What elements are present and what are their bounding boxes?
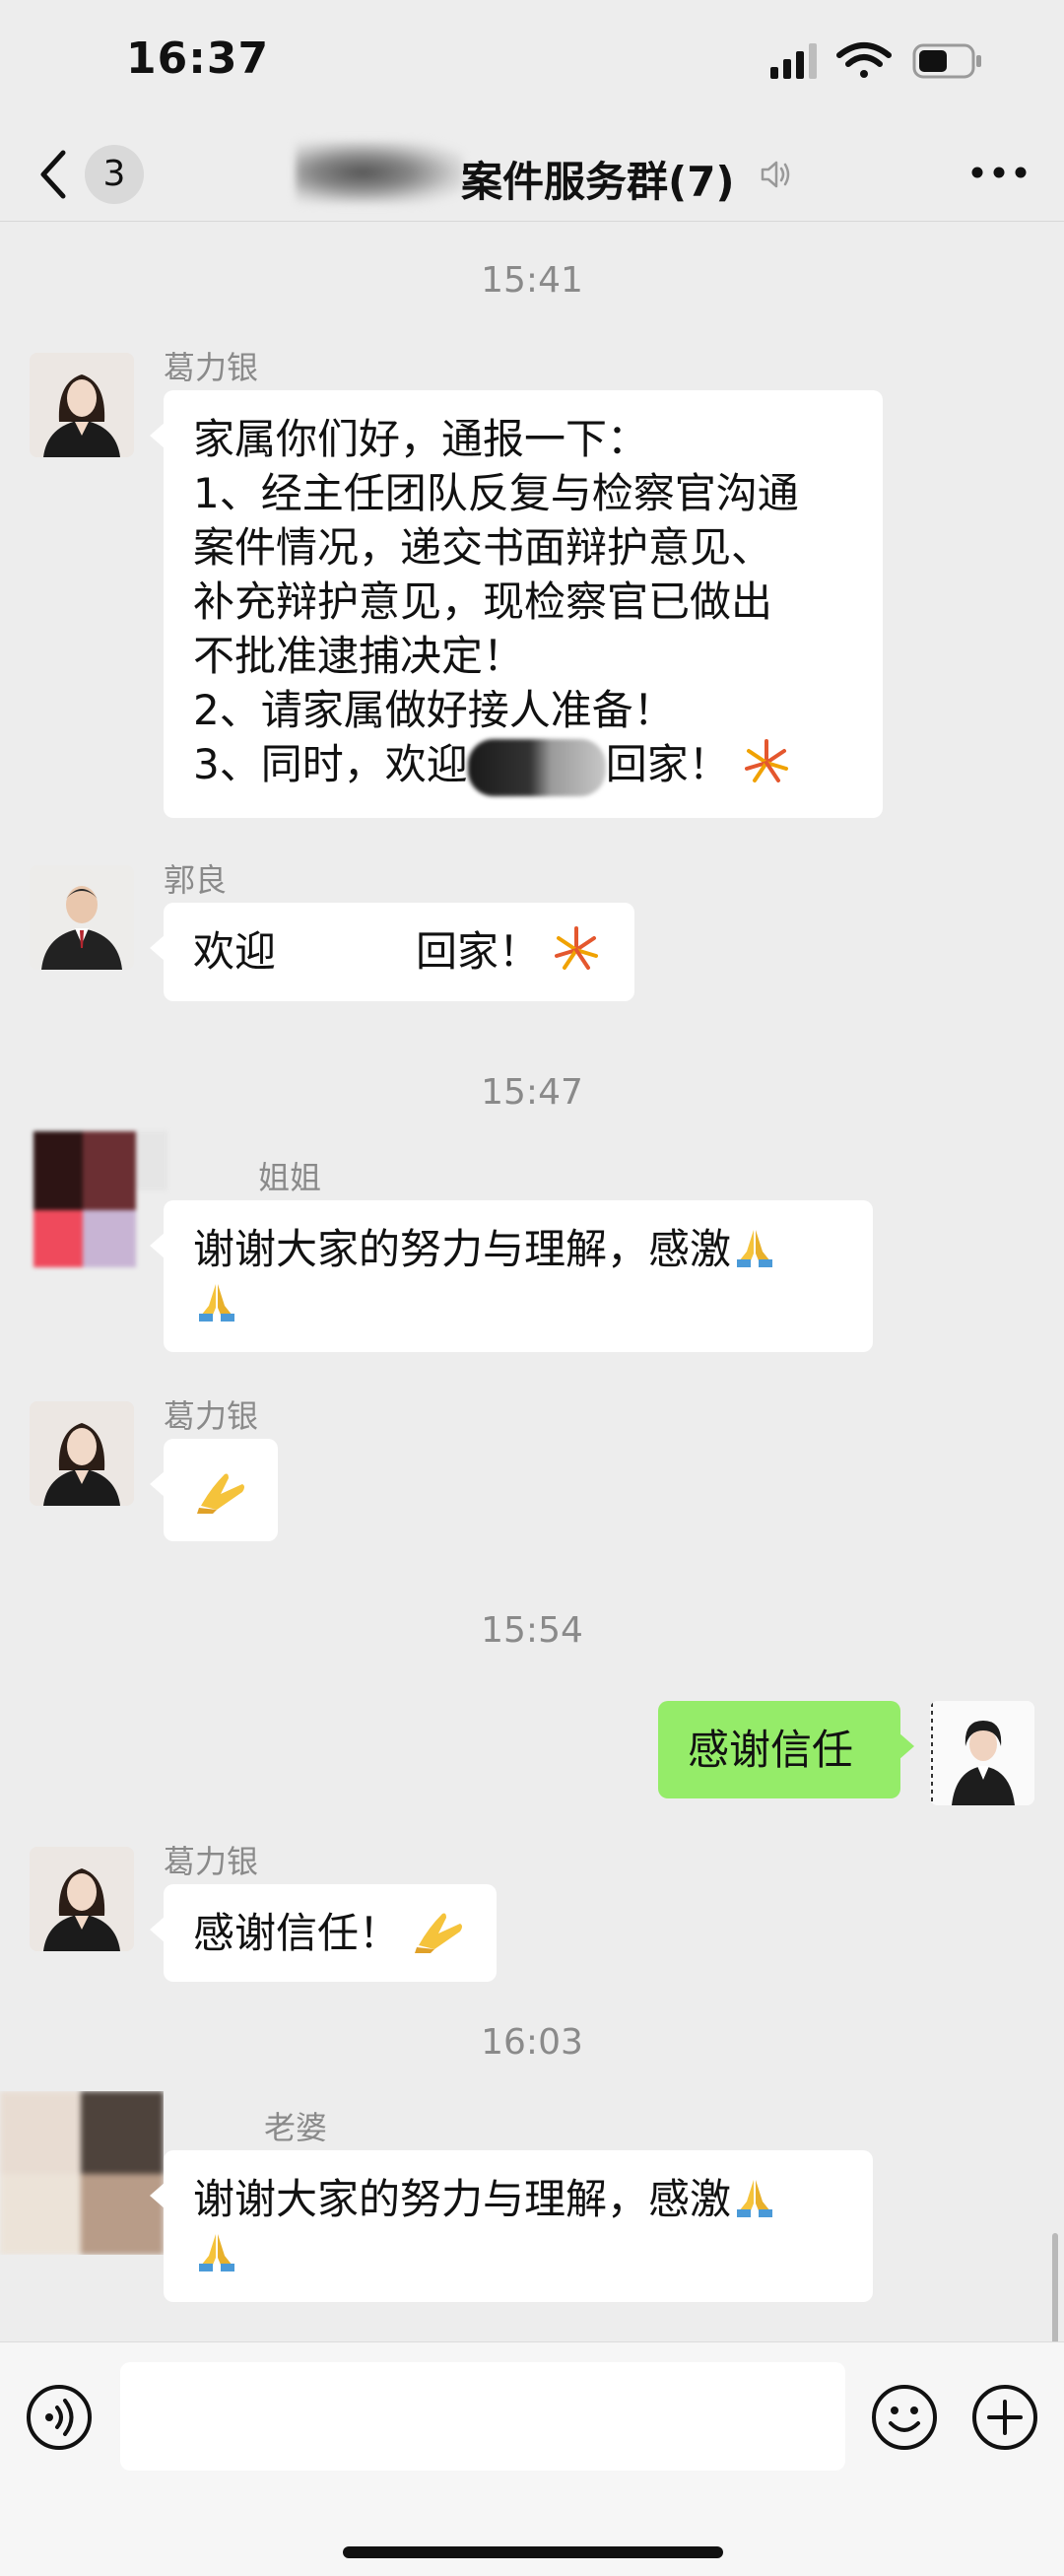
message-bubble[interactable]: 谢谢大家的努力与理解，感激 — [150, 1200, 873, 1352]
status-time: 16:37 — [126, 34, 270, 84]
folded-hands-emoji — [415, 1913, 463, 1953]
avatar[interactable] — [30, 865, 134, 970]
chat-title-area[interactable]: 案件服务群(7) — [296, 141, 808, 206]
message-text: 3、同时，欢迎 — [193, 740, 468, 788]
message-text: 回家！ — [416, 927, 541, 976]
chat-title: 案件服务群(7) — [461, 158, 735, 206]
sender-name: 葛力银 — [164, 1397, 259, 1435]
message-text: 谢谢大家的努力与理解，感激 — [193, 2175, 732, 2223]
message-input[interactable] — [120, 2362, 845, 2471]
message-text: 不批准逮捕决定！ — [193, 632, 525, 680]
voice-input-button[interactable] — [26, 2384, 93, 2451]
folded-hands-emoji — [199, 2234, 234, 2271]
blurred-avatar-icon — [33, 1131, 167, 1267]
chevron-left-icon — [40, 150, 66, 199]
fireworks-emoji — [555, 926, 599, 970]
redacted-name — [467, 738, 606, 796]
message-text: 案件情况，递交书面辩护意见、 — [193, 523, 773, 572]
person-portrait-icon — [930, 1701, 1034, 1805]
folded-hands-emoji — [199, 1284, 234, 1322]
home-indicator — [343, 2546, 723, 2558]
battery-icon — [912, 43, 981, 79]
timestamp: 15:41 — [481, 260, 583, 301]
sender-name: 老婆 — [264, 2109, 328, 2146]
ellipsis-icon — [971, 167, 1027, 178]
person-portrait-icon — [30, 865, 134, 970]
folded-hands-emoji — [197, 1473, 244, 1514]
message-text: 谢谢大家的努力与理解，感激 — [193, 1225, 732, 1273]
unread-count-badge: 3 — [85, 145, 144, 204]
message-text: 感谢信任！ — [193, 1909, 401, 1957]
speaker-icon — [761, 161, 790, 188]
message-bubble[interactable]: 谢谢大家的努力与理解，感激 — [150, 2150, 873, 2302]
more-options-button[interactable] — [967, 151, 1031, 194]
chat-header: 3 案件服务群(7) — [0, 123, 1064, 222]
status-bar: 16:37 — [0, 0, 1064, 123]
message-text: 补充辩护意见，现检察官已做出 — [193, 577, 773, 626]
more-actions-button[interactable] — [971, 2384, 1038, 2451]
plus-icon — [972, 2385, 1037, 2450]
fireworks-emoji — [745, 739, 789, 782]
message-bubble[interactable] — [150, 1439, 278, 1541]
redacted-title-prefix — [296, 141, 463, 204]
avatar[interactable] — [30, 1127, 167, 1267]
sender-name: 葛力银 — [164, 349, 259, 386]
folded-hands-emoji — [737, 2180, 773, 2217]
message-text: 1、经主任团队反复与检察官沟通 — [193, 469, 799, 517]
redacted-name — [276, 929, 417, 980]
avatar[interactable] — [30, 353, 134, 457]
cellular-signal-icon — [770, 43, 817, 79]
avatar[interactable] — [30, 1401, 134, 1506]
status-icons — [770, 39, 987, 83]
avatar-self[interactable] — [930, 1701, 1034, 1805]
person-portrait-icon — [30, 353, 134, 457]
message-bubble-self[interactable]: 感谢信任 — [658, 1701, 914, 1798]
wifi-icon — [836, 42, 892, 78]
avatar[interactable] — [30, 1847, 134, 1951]
message-bubble[interactable]: 家属你们好，通报一下： 1、经主任团队反复与检察官沟通 案件情况，递交书面辩护意… — [150, 390, 883, 818]
message-text: 欢迎 — [193, 927, 277, 976]
back-button[interactable]: 3 — [30, 143, 148, 206]
blurred-avatar-icon — [0, 2091, 164, 2255]
message-text: 回家！ — [605, 740, 730, 788]
timestamp: 16:03 — [481, 2022, 583, 2063]
message-text: 感谢信任 — [688, 1726, 854, 1774]
emoji-button[interactable] — [871, 2384, 938, 2451]
timestamp: 15:54 — [481, 1610, 583, 1651]
avatar[interactable] — [0, 2091, 164, 2255]
sender-name: 姐姐 — [258, 1159, 322, 1196]
message-list[interactable]: 15:41 葛力银 家属你们好，通报一下： 1、经主任团队反复与检察官沟通 案件… — [0, 223, 1064, 2558]
message-bubble[interactable]: 欢迎 回家！ — [150, 903, 634, 1001]
message-bubble[interactable]: 感谢信任！ — [150, 1884, 497, 1982]
sender-name: 葛力银 — [164, 1843, 259, 1880]
sender-name: 郭良 — [164, 861, 228, 899]
voice-input-icon — [27, 2385, 92, 2450]
person-portrait-icon — [30, 1401, 134, 1506]
person-portrait-icon — [30, 1847, 134, 1951]
input-bar — [0, 2341, 1064, 2576]
message-text: 2、请家属做好接人准备！ — [193, 686, 675, 734]
folded-hands-emoji — [737, 1230, 773, 1267]
timestamp: 15:47 — [481, 1072, 583, 1113]
message-text: 家属你们好，通报一下： — [193, 415, 649, 463]
smiley-icon — [872, 2385, 937, 2450]
